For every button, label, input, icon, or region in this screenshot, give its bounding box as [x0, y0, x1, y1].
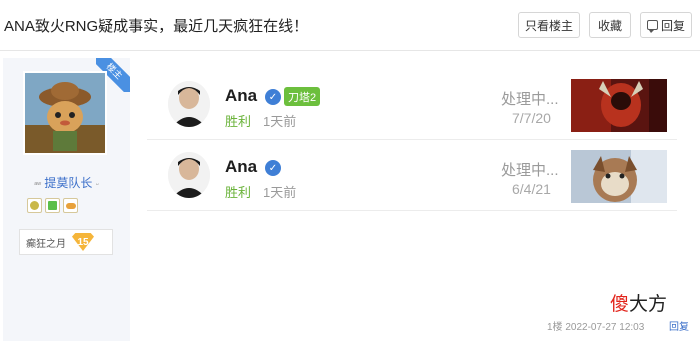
level-badge: 15 [72, 233, 94, 251]
match-date: 7/7/20 [512, 110, 551, 126]
green-badge-icon[interactable] [45, 198, 60, 213]
only-op-button[interactable]: 只看楼主 [518, 12, 580, 38]
match-time-ago: 1天前 [263, 185, 297, 200]
author-badges [27, 198, 78, 213]
player-name[interactable]: Ana [225, 86, 257, 106]
match-result: 胜利 [225, 114, 252, 129]
match-status: 处理中... [501, 91, 559, 108]
author-avatar[interactable] [23, 71, 107, 155]
reply-button-label: 回复 [660, 18, 685, 33]
favorite-button[interactable]: 收藏 [589, 12, 631, 38]
medal-badge-icon[interactable] [27, 198, 42, 213]
match-date: 6/4/21 [512, 181, 551, 197]
author-name-text: 提莫队长 [44, 176, 93, 190]
match-status: 处理中... [501, 162, 559, 179]
verified-icon: ✓ [265, 160, 281, 176]
author-name[interactable]: ᵃʷ 提莫队长 ᵕ [3, 174, 130, 191]
watermark-first-char: 傻 [610, 294, 630, 315]
player-photo [168, 152, 210, 198]
name-decor-right: ᵕ [95, 180, 99, 189]
match-row[interactable]: Ana ✓ 胜利 1天前 处理中... 6/4/21 [147, 143, 677, 211]
hero-image [571, 79, 667, 132]
player-photo [168, 81, 210, 127]
gamepad-badge-icon[interactable] [63, 198, 78, 213]
honor-badge[interactable]: 癫狂之月 15 [19, 229, 113, 255]
thread-title: ANA致火RNG疑成事实，最近几天疯狂在线！ [4, 18, 309, 35]
hero-portrait [571, 79, 667, 132]
thread-header: ANA致火RNG疑成事实，最近几天疯狂在线！ 只看楼主 收藏 回复 [0, 0, 700, 51]
post-reply-link[interactable]: 回复 [669, 318, 689, 333]
player-avatar [168, 81, 210, 127]
game-tag: 刀塔2 [284, 87, 321, 106]
author-panel: 楼主 ᵃʷ 提莫队长 ᵕ 癫狂之月 15 [3, 58, 130, 341]
reply-icon [646, 20, 658, 33]
honor-label: 癫狂之月 [26, 238, 66, 250]
hero-image [571, 150, 667, 203]
player-name[interactable]: Ana [225, 157, 257, 177]
watermark-rest: 大方 [629, 294, 668, 315]
teemo-avatar-image [25, 73, 105, 153]
watermark: 傻大方 [610, 289, 667, 316]
reply-button[interactable]: 回复 [640, 12, 692, 38]
match-result: 胜利 [225, 185, 252, 200]
hero-portrait [571, 150, 667, 203]
match-time-ago: 1天前 [263, 114, 297, 129]
post-floor-time: 1楼 2022-07-27 12:03 [547, 322, 645, 333]
name-decor-left: ᵃʷ [34, 180, 42, 189]
match-row[interactable]: Ana ✓ 刀塔2 胜利 1天前 处理中... 7/7/20 [147, 72, 677, 140]
player-avatar [168, 152, 210, 198]
verified-icon: ✓ [265, 89, 281, 105]
